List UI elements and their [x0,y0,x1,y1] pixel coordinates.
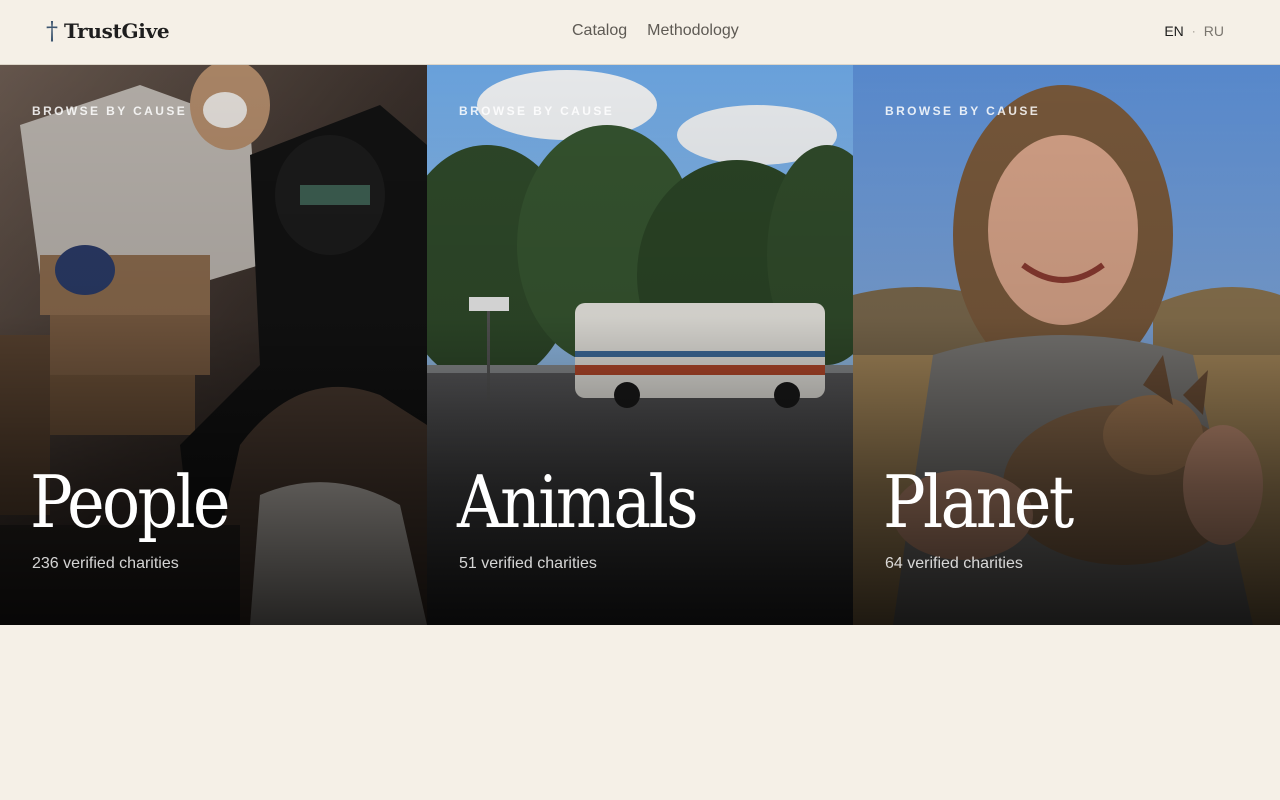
browse-by-cause-label: BROWSE BY CAUSE [885,104,1041,118]
cause-count-planet: 64 verified charities [885,555,1023,572]
cause-tile-people[interactable]: BROWSE BY CAUSE People 236 verified char… [0,65,427,625]
cause-count-animals: 51 verified charities [459,555,597,572]
lang-separator: · [1191,24,1196,38]
site-header: † TrustGive Catalog Methodology EN · RU [0,0,1280,65]
cause-title-people: People [30,460,231,544]
lang-ru-option[interactable]: RU [1204,23,1224,39]
logo-link[interactable]: † TrustGive [46,17,170,45]
language-switcher: EN · RU [1164,23,1224,39]
lang-en-option[interactable]: EN [1164,23,1183,39]
nav-methodology-link[interactable]: Methodology [647,22,739,40]
cause-tile-planet[interactable]: BROWSE BY CAUSE Planet 64 verified chari… [853,65,1280,625]
browse-by-cause-label: BROWSE BY CAUSE [32,104,188,118]
logo-text: TrustGive [64,19,170,43]
main-nav: Catalog Methodology [572,22,739,40]
cross-icon: † [46,17,58,45]
cause-tile-animals[interactable]: BROWSE BY CAUSE Animals 51 verified char… [427,65,853,625]
browse-by-cause-label: BROWSE BY CAUSE [459,104,615,118]
cause-tiles: BROWSE BY CAUSE People 236 verified char… [0,65,1280,625]
cause-title-planet: Planet [883,460,1074,544]
cause-title-animals: Animals [457,460,699,544]
cause-count-people: 236 verified charities [32,555,179,572]
nav-catalog-link[interactable]: Catalog [572,22,627,40]
